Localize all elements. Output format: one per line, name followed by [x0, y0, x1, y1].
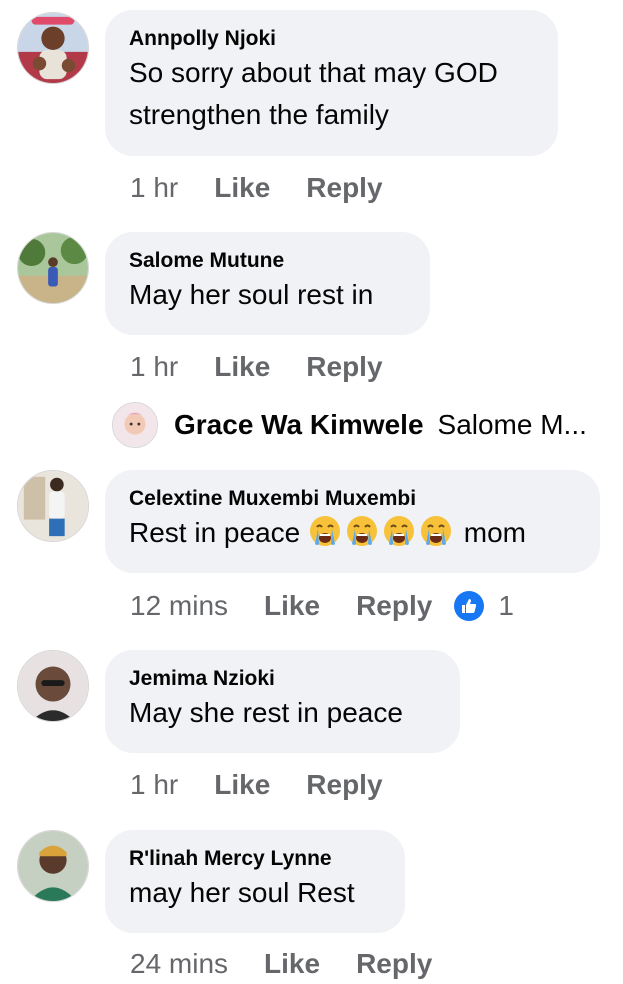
reply-button[interactable]: Reply	[356, 948, 432, 980]
like-button[interactable]: Like	[214, 351, 270, 383]
reply-button[interactable]: Reply	[306, 769, 382, 801]
comment-timestamp[interactable]: 1 hr	[130, 172, 178, 204]
comment-bubble[interactable]: Celextine Muxembi Muxembi Rest in peace …	[105, 470, 600, 573]
reply-button[interactable]: Reply	[356, 590, 432, 622]
like-button[interactable]: Like	[214, 769, 270, 801]
loudly-crying-face-icon	[382, 514, 416, 548]
comment-bubble[interactable]: Annpolly Njoki So sorry about that may G…	[105, 10, 558, 156]
comment-author[interactable]: Annpolly Njoki	[129, 26, 532, 52]
avatar[interactable]	[112, 402, 158, 448]
avatar[interactable]	[17, 470, 89, 542]
reaction-count: 1	[498, 590, 514, 621]
emoji-group	[308, 514, 456, 548]
loudly-crying-face-icon	[308, 514, 342, 548]
comment-author[interactable]: Jemima Nzioki	[129, 666, 434, 692]
comment-timestamp[interactable]: 1 hr	[130, 769, 178, 801]
comment-actions: 1 hr Like Reply	[130, 765, 383, 805]
comment-text: Rest in peace mom	[129, 512, 574, 554]
comment-actions: 1 hr Like Reply	[130, 347, 383, 387]
comment-author[interactable]: R'linah Mercy Lynne	[129, 846, 379, 872]
like-button[interactable]: Like	[264, 948, 320, 980]
avatar[interactable]	[17, 232, 89, 304]
comment-actions: 24 mins Like Reply	[130, 944, 432, 984]
reply-button[interactable]: Reply	[306, 172, 382, 204]
comment-text: strengthen the family	[129, 99, 389, 130]
comment-bubble[interactable]: Salome Mutune May her soul rest in	[105, 232, 430, 335]
comment-bubble[interactable]: R'linah Mercy Lynne may her soul Rest	[105, 830, 405, 933]
comment-timestamp[interactable]: 12 mins	[130, 590, 228, 622]
reply-preview[interactable]: Grace Wa Kimwele Salome M...	[112, 402, 587, 448]
reaction-summary[interactable]: 1	[454, 590, 514, 622]
comment-timestamp[interactable]: 1 hr	[130, 351, 178, 383]
comment-text: May she rest in peace	[129, 697, 403, 728]
comment-timestamp[interactable]: 24 mins	[130, 948, 228, 980]
comment-author[interactable]: Celextine Muxembi Muxembi	[129, 486, 574, 512]
comment-text: May her soul rest in	[129, 279, 374, 310]
avatar[interactable]	[17, 830, 89, 902]
comment-actions: 12 mins Like Reply 1	[130, 586, 514, 626]
reply-button[interactable]: Reply	[306, 351, 382, 383]
reply-text: Salome M...	[437, 409, 587, 440]
comment-actions: 1 hr Like Reply	[130, 168, 383, 208]
loudly-crying-face-icon	[419, 514, 453, 548]
comment-text-end: mom	[463, 517, 527, 548]
comment-text: So sorry about that may GOD	[129, 57, 498, 88]
avatar[interactable]	[17, 650, 89, 722]
comment-bubble[interactable]: Jemima Nzioki May she rest in peace	[105, 650, 460, 753]
loudly-crying-face-icon	[345, 514, 379, 548]
thumbs-up-icon	[454, 591, 485, 621]
comment-author[interactable]: Salome Mutune	[129, 248, 404, 274]
reply-author[interactable]: Grace Wa Kimwele	[174, 409, 424, 441]
avatar[interactable]	[17, 12, 89, 84]
comment-text-start: Rest in peace	[129, 517, 301, 548]
comment-text: may her soul Rest	[129, 877, 355, 908]
like-button[interactable]: Like	[264, 590, 320, 622]
like-button[interactable]: Like	[214, 172, 270, 204]
